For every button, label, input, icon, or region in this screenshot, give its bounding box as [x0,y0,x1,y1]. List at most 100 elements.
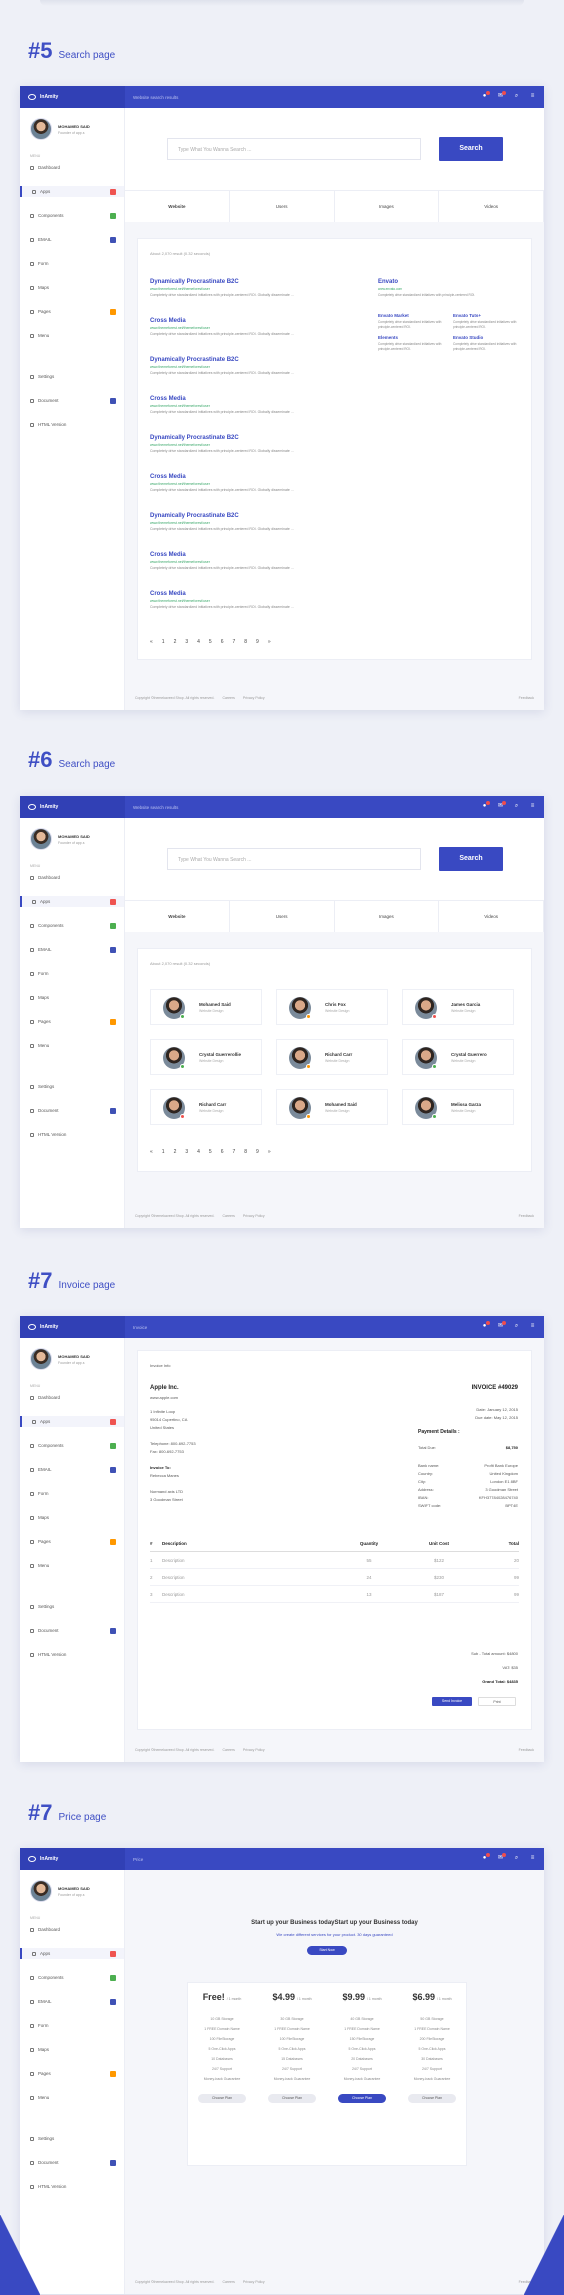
sidebar-item-dashboard[interactable]: Dashboard [20,872,124,883]
result-title[interactable]: Dynamically Procrastinate B2C [150,279,360,285]
page-link[interactable]: » [268,1149,271,1155]
sidebar-item-settings[interactable]: Settings [20,1081,124,1092]
sidebar-item-html-version[interactable]: HTML Version [20,1129,124,1140]
bell-icon[interactable]: ● [481,801,490,810]
sidebar-item-maps[interactable]: Maps [20,282,124,293]
search-result[interactable]: Dynamically Procrastinate B2C www.themefo… [150,435,360,454]
sidebar-item-maps[interactable]: Maps [20,992,124,1003]
page-link[interactable]: 9 [256,639,259,645]
sidebar-item-form[interactable]: Form [20,968,124,979]
mail-icon[interactable]: ✉ [497,801,506,810]
page-link[interactable]: 9 [256,1149,259,1155]
user-name[interactable]: Crystal Guerrero [451,1052,487,1057]
sidebar-item-document[interactable]: Document [20,1625,124,1636]
sidebar-item-document[interactable]: Document [20,1105,124,1116]
search-icon[interactable]: ⌕ [513,1323,520,1330]
sidebar-item-pages[interactable]: Pages [20,2068,124,2079]
sidebar-item-email[interactable]: EMAIL [20,234,124,245]
footer-link[interactable]: Careers [222,2280,234,2284]
menu-icon[interactable]: ≡ [529,1855,536,1862]
page-link[interactable]: 6 [221,1149,224,1155]
page-link[interactable]: « [150,639,153,645]
sidebar-item-html-version[interactable]: HTML Version [20,2181,124,2192]
tab-images[interactable]: Images [335,191,440,222]
bell-icon[interactable]: ● [481,1853,490,1862]
page-link[interactable]: 7 [232,639,235,645]
sidebar-item-maps[interactable]: Maps [20,1512,124,1523]
sidebar-item-email[interactable]: EMAIL [20,1464,124,1475]
page-link[interactable]: 4 [197,1149,200,1155]
tab-users[interactable]: Users [230,191,335,222]
brand[interactable]: InAmity [20,796,125,818]
sidebar-item-menu[interactable]: Menu [20,1040,124,1051]
brand[interactable]: InAmity [20,86,125,108]
user-name[interactable]: Mohamed Said [199,1002,231,1007]
side-link[interactable]: Envato Market [378,313,409,318]
sidebar-item-apps[interactable]: Apps [20,896,124,907]
result-url[interactable]: www.themeforest.net/themeforest/user [150,482,360,486]
sidebar-item-pages[interactable]: Pages [20,1016,124,1027]
sidebar-item-settings[interactable]: Settings [20,371,124,382]
result-title[interactable]: Dynamically Procrastinate B2C [150,513,360,519]
result-url[interactable]: www.themeforest.net/themeforest/user [150,287,360,291]
choose-plan-button[interactable]: Choose Plan [268,2094,316,2103]
search-result[interactable]: Cross Media www.themeforest.net/themefore… [150,396,360,415]
sidebar-item-form[interactable]: Form [20,258,124,269]
search-result[interactable]: Dynamically Procrastinate B2C www.themefo… [150,513,360,532]
sidebar-item-menu[interactable]: Menu [20,2092,124,2103]
mail-icon[interactable]: ✉ [497,1853,506,1862]
page-link[interactable]: 8 [244,1149,247,1155]
sidebar-item-html-version[interactable]: HTML Version [20,1649,124,1660]
result-title[interactable]: Cross Media [150,591,360,597]
sidebar-item-email[interactable]: EMAIL [20,944,124,955]
search-icon[interactable]: ⌕ [513,803,520,810]
search-icon[interactable]: ⌕ [513,93,520,100]
mail-icon[interactable]: ✉ [497,1321,506,1330]
search-result[interactable]: Dynamically Procrastinate B2C www.themefo… [150,357,360,376]
feedback-link[interactable]: Feedback [519,1748,534,1752]
brand[interactable]: InAmity [20,1848,125,1870]
page-link[interactable]: 5 [209,639,212,645]
search-result[interactable]: Dynamically Procrastinate B2C www.themefo… [150,279,360,298]
page-link[interactable]: 6 [221,639,224,645]
send-invoice-button[interactable]: Send Invoice [432,1697,472,1706]
result-title[interactable]: Cross Media [150,552,360,558]
result-title[interactable]: Dynamically Procrastinate B2C [150,357,360,363]
footer-link[interactable]: Privacy Policy [243,1214,265,1218]
page-link[interactable]: 5 [209,1149,212,1155]
search-result[interactable]: Cross Media www.themeforest.net/themefore… [150,318,360,337]
profile[interactable]: MOHAMED SAID Founder of app.s [20,1338,124,1370]
footer-link[interactable]: Careers [222,1748,234,1752]
bell-icon[interactable]: ● [481,1321,490,1330]
sidebar-item-apps[interactable]: Apps [20,1948,124,1959]
page-link[interactable]: 8 [244,639,247,645]
profile[interactable]: MOHAMED SAID Founder of app.s [20,1870,124,1902]
tab-website[interactable]: Website [125,901,230,932]
footer-link[interactable]: Careers [222,1214,234,1218]
user-card[interactable]: Mohamed Said Website Design [150,989,262,1025]
result-url[interactable]: www.themeforest.net/themeforest/user [150,560,360,564]
search-input[interactable]: Type What You Wanna Search ... [167,138,421,160]
page-link[interactable]: 1 [162,639,165,645]
tab-website[interactable]: Website [125,191,230,222]
result-title[interactable]: Cross Media [150,474,360,480]
sidebar-item-apps[interactable]: Apps [20,1416,124,1427]
user-name[interactable]: Richard Carr [325,1052,352,1057]
sidebar-item-dashboard[interactable]: Dashboard [20,1924,124,1935]
page-link[interactable]: 1 [162,1149,165,1155]
bell-icon[interactable]: ● [481,91,490,100]
page-link[interactable]: 3 [185,1149,188,1155]
search-icon[interactable]: ⌕ [513,1855,520,1862]
footer-link[interactable]: Careers [222,696,234,700]
choose-plan-button[interactable]: Choose Plan [198,2094,246,2103]
search-button[interactable]: Search [439,137,503,161]
footer-link[interactable]: Privacy Policy [243,696,265,700]
sidebar-item-dashboard[interactable]: Dashboard [20,162,124,173]
page-link[interactable]: » [268,639,271,645]
profile[interactable]: MOHAMED SAID Founder of app.s [20,818,124,850]
tab-videos[interactable]: Videos [439,901,544,932]
sidebar-item-form[interactable]: Form [20,2020,124,2031]
choose-plan-button[interactable]: Choose Plan [338,2094,386,2103]
result-title[interactable]: Cross Media [150,318,360,324]
page-link[interactable]: 2 [174,1149,177,1155]
